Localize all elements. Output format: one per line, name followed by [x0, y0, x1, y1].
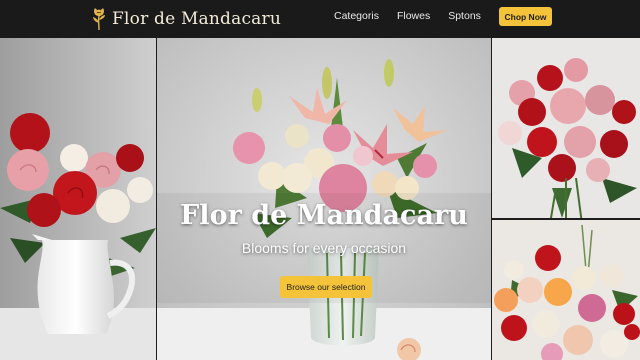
nav-links: Categoris Flowes Sptons [334, 10, 499, 22]
browse-selection-button[interactable]: Browse our selection [280, 276, 372, 298]
nav-link-flowers[interactable]: Flowes [397, 10, 430, 22]
nav-link-categories[interactable]: Categoris [334, 10, 379, 22]
hero-bouquet-image [157, 38, 491, 360]
nav-link-options[interactable]: Sptons [448, 10, 481, 22]
top-navigation-bar: Flor de Mandacaru Categoris Flowes Spton… [0, 0, 640, 38]
rose-icon [93, 8, 105, 31]
shop-now-button[interactable]: Chop Now [499, 7, 552, 26]
brand-name: Flor de Mandacaru [112, 9, 281, 29]
right-bottom-bouquet-image [492, 220, 640, 360]
hero-title: Flor de Mandacaru [180, 200, 468, 231]
brand-logo-link[interactable]: Flor de Mandacaru [88, 5, 281, 33]
right-top-bouquet-image [492, 38, 640, 218]
hero-subtitle: Blooms for every occasion [241, 240, 407, 256]
left-bouquet-image [0, 38, 156, 360]
